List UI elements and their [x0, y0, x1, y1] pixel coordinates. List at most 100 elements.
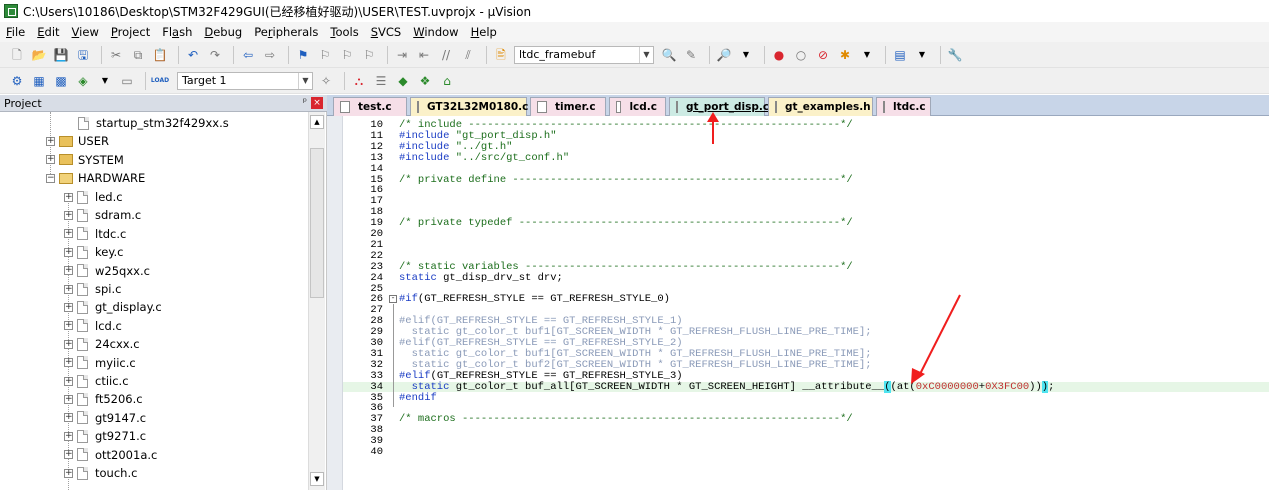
pack-installer-icon[interactable]: ❖ — [416, 72, 434, 90]
build-icon[interactable]: ▦ — [30, 72, 48, 90]
chevron-down-icon[interactable]: ▼ — [737, 46, 755, 64]
save-all-icon[interactable]: 🖫 — [74, 46, 92, 64]
tree-expander-icon[interactable]: + — [64, 192, 73, 202]
tree-expander-icon[interactable]: + — [64, 266, 73, 276]
new-file-icon[interactable]: 🗋 — [8, 46, 26, 64]
menu-item[interactable]: Peripherals — [254, 25, 318, 39]
tree-item[interactable]: + USER — [46, 132, 109, 150]
manage-project-items-icon[interactable]: ⛬ — [350, 72, 368, 90]
navigate-back-icon[interactable]: ⇦ — [239, 46, 257, 64]
uncomment-icon[interactable]: ⫽ — [459, 46, 477, 64]
bookmark-clear-icon[interactable]: ⚐ — [360, 46, 378, 64]
comment-icon[interactable]: // — [437, 46, 455, 64]
tree-expander-icon[interactable]: + — [64, 394, 73, 404]
tree-item[interactable]: + key.c — [64, 243, 123, 261]
tree-item[interactable]: + sdram.c — [64, 206, 141, 224]
navigate-forward-icon[interactable]: ⇨ — [261, 46, 279, 64]
target-select[interactable]: Target 1 ▼ — [177, 71, 313, 90]
breakpoint-kill-all-icon[interactable]: ✱ — [836, 46, 854, 64]
menu-item[interactable]: Window — [413, 25, 458, 39]
tree-item[interactable]: + ott2001a.c — [64, 446, 157, 464]
download-load-icon[interactable]: LOAD — [151, 72, 169, 90]
tree-item[interactable]: + touch.c — [64, 464, 137, 482]
menu-item[interactable]: File — [6, 25, 25, 39]
pin-icon[interactable]: ᵖ — [303, 97, 307, 108]
code-line[interactable]: 39 — [343, 436, 1269, 447]
debug-session-icon[interactable]: 🔎 — [715, 46, 733, 64]
tree-expander-icon[interactable]: + — [64, 321, 73, 331]
unindent-icon[interactable]: ⇤ — [415, 46, 433, 64]
tree-expander-icon[interactable]: + — [64, 431, 73, 441]
window-layout-icon[interactable]: ▤ — [891, 46, 909, 64]
chevron-down-icon[interactable]: ▼ — [913, 46, 931, 64]
editor-tab[interactable]: timer.c — [530, 97, 606, 116]
tree-item[interactable]: startup_stm32f429xx.s — [78, 114, 229, 132]
menu-item[interactable]: Tools — [330, 25, 358, 39]
find-in-files-icon[interactable]: 🖹 — [492, 46, 510, 64]
paste-icon[interactable]: 📋 — [151, 46, 169, 64]
tree-expander-icon[interactable]: + — [64, 450, 73, 460]
tree-expander-icon[interactable]: + — [64, 210, 73, 220]
menu-item[interactable]: Edit — [37, 25, 59, 39]
tree-item[interactable]: + myiic.c — [64, 354, 136, 372]
tree-expander-icon[interactable]: + — [64, 302, 73, 312]
code-line[interactable]: 26- #if(GT_REFRESH_STYLE == GT_REFRESH_ST… — [343, 294, 1269, 305]
find-icon[interactable]: 🔍 — [660, 46, 678, 64]
code-line[interactable]: 37/* macros ----------------------------… — [343, 414, 1269, 425]
tree-item[interactable]: + spi.c — [64, 280, 121, 298]
tree-expander-icon[interactable]: + — [64, 468, 73, 478]
code-line[interactable]: 15/* private define --------------------… — [343, 174, 1269, 186]
menu-item[interactable]: Project — [111, 25, 150, 39]
menu-item[interactable]: Debug — [204, 25, 242, 39]
breakpoint-disable-all-icon[interactable]: ⊘ — [814, 46, 832, 64]
tree-expander-icon[interactable]: + — [64, 284, 73, 294]
tree-item[interactable]: + gt_display.c — [64, 298, 162, 316]
code-line[interactable]: 16 — [343, 185, 1269, 196]
project-tree-scrollbar[interactable]: ▲ ▼ — [308, 112, 325, 490]
editor-tab[interactable]: ltdc.c — [876, 97, 931, 116]
editor-tab[interactable]: test.c — [333, 97, 407, 116]
chevron-down-icon[interactable]: ▼ — [639, 46, 653, 63]
code-line[interactable]: 35 #endif — [343, 392, 1269, 404]
code-line-current[interactable]: 34 static gt_color_t buf_all[GT_SCREEN_W… — [343, 380, 1269, 393]
editor-tab[interactable]: gt_port_disp.c — [669, 97, 769, 116]
code-line[interactable]: 24 static gt_disp_drv_st drv; — [343, 272, 1269, 284]
open-folder-icon[interactable]: 📂 — [30, 46, 48, 64]
tree-item[interactable]: + led.c — [64, 188, 123, 206]
tree-expander-icon[interactable]: − — [46, 173, 55, 183]
configure-wrench-icon[interactable]: 🔧 — [946, 46, 964, 64]
tree-item[interactable]: + gt9147.c — [64, 409, 146, 427]
chevron-down-icon[interactable]: ▼ — [96, 72, 114, 90]
cut-icon[interactable]: ✂ — [107, 46, 125, 64]
undo-icon[interactable]: ↶ — [184, 46, 202, 64]
tree-expander-icon[interactable]: + — [64, 247, 73, 257]
manage-rte-icon[interactable]: ◆ — [394, 72, 412, 90]
tree-expander-icon[interactable]: + — [46, 136, 55, 146]
tree-item[interactable]: + ft5206.c — [64, 390, 143, 408]
tree-expander-icon[interactable]: + — [64, 376, 73, 386]
code-line[interactable]: 40 — [343, 447, 1269, 458]
menu-item[interactable]: View — [72, 25, 99, 39]
fold-toggle-icon[interactable]: - — [389, 295, 397, 304]
select-packs-icon[interactable]: ☰ — [372, 72, 390, 90]
tree-expander-icon[interactable]: + — [64, 413, 73, 423]
tree-expander-icon[interactable]: + — [64, 339, 73, 349]
menu-item[interactable]: Flash — [162, 25, 192, 39]
target-options-icon[interactable]: ✧ — [317, 72, 335, 90]
copy-icon[interactable]: ⧉ — [129, 46, 147, 64]
tree-expander-icon[interactable]: + — [64, 229, 73, 239]
tree-item[interactable]: + lcd.c — [64, 317, 122, 335]
code-line[interactable]: 21 — [343, 240, 1269, 251]
chevron-down-icon[interactable]: ▼ — [298, 72, 312, 89]
tree-item[interactable]: +24cxx.c — [64, 335, 140, 353]
software-packs-icon[interactable]: ⌂ — [438, 72, 456, 90]
scrollbar-thumb[interactable] — [310, 148, 324, 298]
bookmark-prev-icon[interactable]: ⚐ — [316, 46, 334, 64]
translate-icon[interactable]: ⚙ — [8, 72, 26, 90]
tree-item[interactable]: + ltdc.c — [64, 225, 126, 243]
editor-tab[interactable]: GT32L32M0180.c — [410, 97, 528, 116]
tree-item[interactable]: + SYSTEM — [46, 151, 124, 169]
chevron-down-icon[interactable]: ▼ — [858, 46, 876, 64]
code-line[interactable]: 38 — [343, 425, 1269, 436]
batch-build-icon[interactable]: ◈ — [74, 72, 92, 90]
